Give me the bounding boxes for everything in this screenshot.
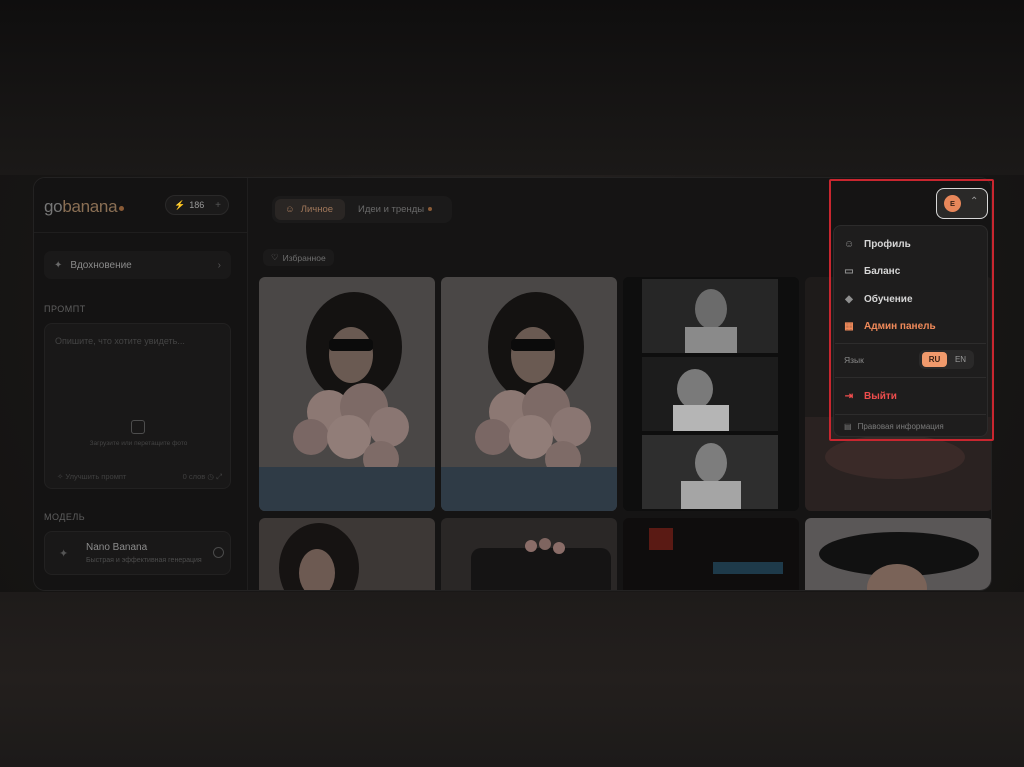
prompt-section-label: ПРОМПТ — [44, 304, 86, 314]
logo-go: go — [44, 197, 63, 216]
menu-item-label: Админ панель — [864, 320, 936, 332]
add-credits-icon[interactable]: + — [215, 200, 221, 211]
credits-count: 186 — [189, 200, 205, 210]
language-ru-button[interactable]: RU — [922, 352, 947, 367]
sidebar: gobanana ⚡ 186 + ✦ Вдохновение › ПРОМПТ … — [34, 178, 248, 590]
menu-divider — [835, 343, 986, 344]
language-label: Язык — [844, 355, 864, 365]
menu-item-profile[interactable]: ☺ Профиль — [844, 234, 979, 254]
improve-prompt-button[interactable]: ✧ Улучшить промпт — [57, 472, 126, 482]
photo-woman-hat — [805, 518, 991, 590]
legal-info-link[interactable]: ▤ Правовая информация — [844, 422, 944, 431]
logout-label: Выйти — [864, 390, 897, 402]
upload-hint: Загрузите или перетащите фото — [89, 440, 188, 447]
user-icon: ☺ — [285, 204, 295, 215]
bolt-icon: ⚡ — [174, 199, 186, 210]
menu-item-admin[interactable]: ▦ Админ панель — [844, 316, 979, 336]
gallery-image[interactable] — [623, 518, 799, 590]
user-icon: ☺ — [844, 238, 855, 250]
sparkles-icon: ✦ — [54, 259, 63, 271]
photo-woman-flowers — [259, 277, 435, 511]
photo-mcdonalds-night — [623, 518, 799, 590]
model-description: Быстрая и эффективная генерация — [86, 557, 202, 564]
prompt-input-box[interactable]: Опишите, что хотите увидеть... Загрузите… — [44, 323, 231, 489]
credits-badge[interactable]: ⚡ 186 + — [165, 195, 229, 215]
backdrop-top — [0, 0, 1024, 175]
prompt-placeholder: Опишите, что хотите увидеть... — [55, 336, 185, 346]
menu-item-label: Обучение — [864, 293, 913, 305]
tab-ideas-trends[interactable]: Идеи и тренды — [358, 204, 433, 215]
word-count-area: 0 слов ◷ ⤢ — [183, 472, 222, 482]
admin-grid-icon: ▦ — [844, 320, 854, 332]
user-dropdown-menu: ☺ Профиль ▭ Баланс ◆ Обучение ▦ Админ па… — [833, 225, 988, 437]
gallery-image[interactable] — [623, 277, 799, 511]
logo-dot — [119, 206, 125, 211]
wallet-icon: ▭ — [844, 265, 854, 277]
inspiration-label: Вдохновение — [70, 259, 132, 271]
gallery-image[interactable] — [259, 518, 435, 590]
expand-icon[interactable]: ⤢ — [216, 472, 222, 481]
info-icon[interactable] — [213, 547, 224, 558]
chevron-up-icon: ⌃ — [970, 196, 979, 207]
language-toggle: RU EN — [919, 350, 974, 369]
backdrop-bottom — [0, 592, 1024, 767]
logo[interactable]: gobanana — [44, 197, 125, 217]
legal-label: Правовая информация — [857, 422, 944, 431]
graduation-cap-icon: ◆ — [845, 293, 853, 305]
menu-item-learning[interactable]: ◆ Обучение — [844, 289, 979, 309]
menu-item-label: Профиль — [864, 238, 911, 250]
improve-prompt-label: Улучшить промпт — [65, 472, 127, 481]
model-selector[interactable]: ✦ Nano Banana Быстрая и эффективная гене… — [44, 531, 231, 575]
word-count: 0 слов — [182, 472, 206, 481]
photo-woman-flowers — [441, 277, 617, 511]
gallery-image[interactable] — [441, 277, 617, 511]
user-menu-button[interactable]: E ⌃ — [936, 188, 988, 219]
tab-personal[interactable]: ☺ Личное — [275, 199, 345, 220]
image-upload-icon[interactable] — [131, 420, 145, 434]
photo-woman-curly — [259, 518, 435, 590]
new-dot — [428, 207, 433, 211]
photo-man-portraits — [623, 277, 799, 511]
favorites-filter[interactable]: ♡ Избранное — [263, 249, 334, 266]
menu-divider — [835, 377, 986, 378]
gallery-image[interactable] — [805, 518, 991, 590]
gallery-image[interactable] — [259, 277, 435, 511]
menu-item-balance[interactable]: ▭ Баланс — [844, 261, 979, 281]
logout-icon: ⇥ — [844, 390, 854, 402]
model-name: Nano Banana — [86, 542, 148, 553]
menu-item-label: Баланс — [864, 265, 901, 277]
view-tabs: ☺ Личное Идеи и тренды — [272, 196, 452, 223]
heart-icon: ♡ — [271, 252, 279, 262]
document-icon: ▤ — [844, 422, 852, 431]
tab-personal-label: Личное — [300, 204, 334, 215]
sparkles-icon: ✦ — [59, 548, 69, 560]
photo-car-flowers — [441, 518, 617, 590]
favorites-label: Избранное — [282, 252, 326, 263]
menu-divider — [835, 414, 986, 415]
chevron-right-icon: › — [217, 259, 221, 271]
logo-banana: banana — [62, 197, 118, 216]
sidebar-divider — [34, 232, 248, 233]
clock-icon[interactable]: ◷ — [207, 472, 214, 481]
avatar: E — [944, 195, 961, 212]
menu-item-logout[interactable]: ⇥ Выйти — [844, 386, 979, 406]
gallery-image[interactable] — [441, 518, 617, 590]
tab-trends-label: Идеи и тренды — [358, 204, 425, 215]
model-section-label: МОДЕЛЬ — [44, 512, 86, 522]
inspiration-button[interactable]: ✦ Вдохновение › — [44, 251, 231, 279]
language-en-button[interactable]: EN — [950, 352, 971, 367]
prompt-footer: ✧ Улучшить промпт 0 слов ◷ ⤢ — [57, 472, 222, 482]
